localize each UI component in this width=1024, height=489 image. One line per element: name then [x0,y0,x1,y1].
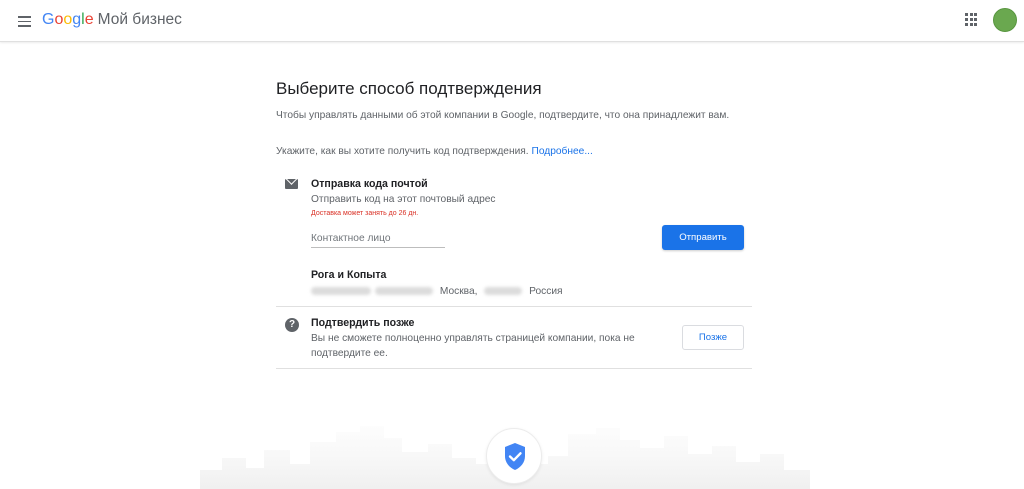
later-option-title: Подтвердить позже [311,317,415,329]
redacted-postal-code [484,287,523,296]
product-name: Мой бизнес [97,11,182,28]
later-option-subtitle: Вы не сможете полноценно управлять стран… [311,333,635,359]
later-button[interactable]: Позже [682,325,744,350]
business-name: Рога и Копыта [311,269,387,281]
business-address: Москва, Россия [311,286,563,297]
avatar[interactable] [993,8,1017,32]
mail-option-subtitle: Отправить код на этот почтовый адрес [311,194,496,205]
menu-icon[interactable] [14,11,34,31]
verification-badge [486,428,542,484]
delivery-warning: Доставка может занять до 26 дн. [311,210,419,217]
mail-option-title: Отправка кода почтой [311,178,428,190]
logo-letter: o [63,11,73,28]
learn-more-link[interactable]: Подробнее... [532,146,593,157]
page-description: Чтобы управлять данными об этой компании… [276,110,730,121]
verify-later-option: ? Подтвердить позже Вы не сможете полноц… [276,307,752,369]
logo-letter: e [84,11,94,28]
top-bar: Google Мой бизнес [0,0,1024,42]
redacted-address [375,287,433,296]
address-city: Москва, [439,286,478,297]
page-title: Выберите способ подтверждения [276,79,542,98]
address-country: Россия [529,286,563,297]
mail-icon [285,179,298,189]
verification-content: Выберите способ подтверждения Чтобы упра… [276,78,752,157]
verification-hint: Укажите, как вы хотите получить код подт… [276,146,752,157]
help-icon: ? [285,318,299,332]
apps-grid-icon[interactable] [965,13,979,27]
send-button[interactable]: Отправить [662,225,744,250]
mail-verification-option: Отправка кода почтой Отправить код на эт… [276,172,752,307]
hint-text: Укажите, как вы хотите получить код подт… [276,146,529,157]
google-my-business-logo[interactable]: Google Мой бизнес [42,11,182,29]
redacted-address [311,287,371,296]
logo-letter: g [72,11,82,28]
shield-check-icon [505,443,525,470]
logo-letter: G [42,11,55,28]
contact-person-input[interactable] [311,230,445,248]
